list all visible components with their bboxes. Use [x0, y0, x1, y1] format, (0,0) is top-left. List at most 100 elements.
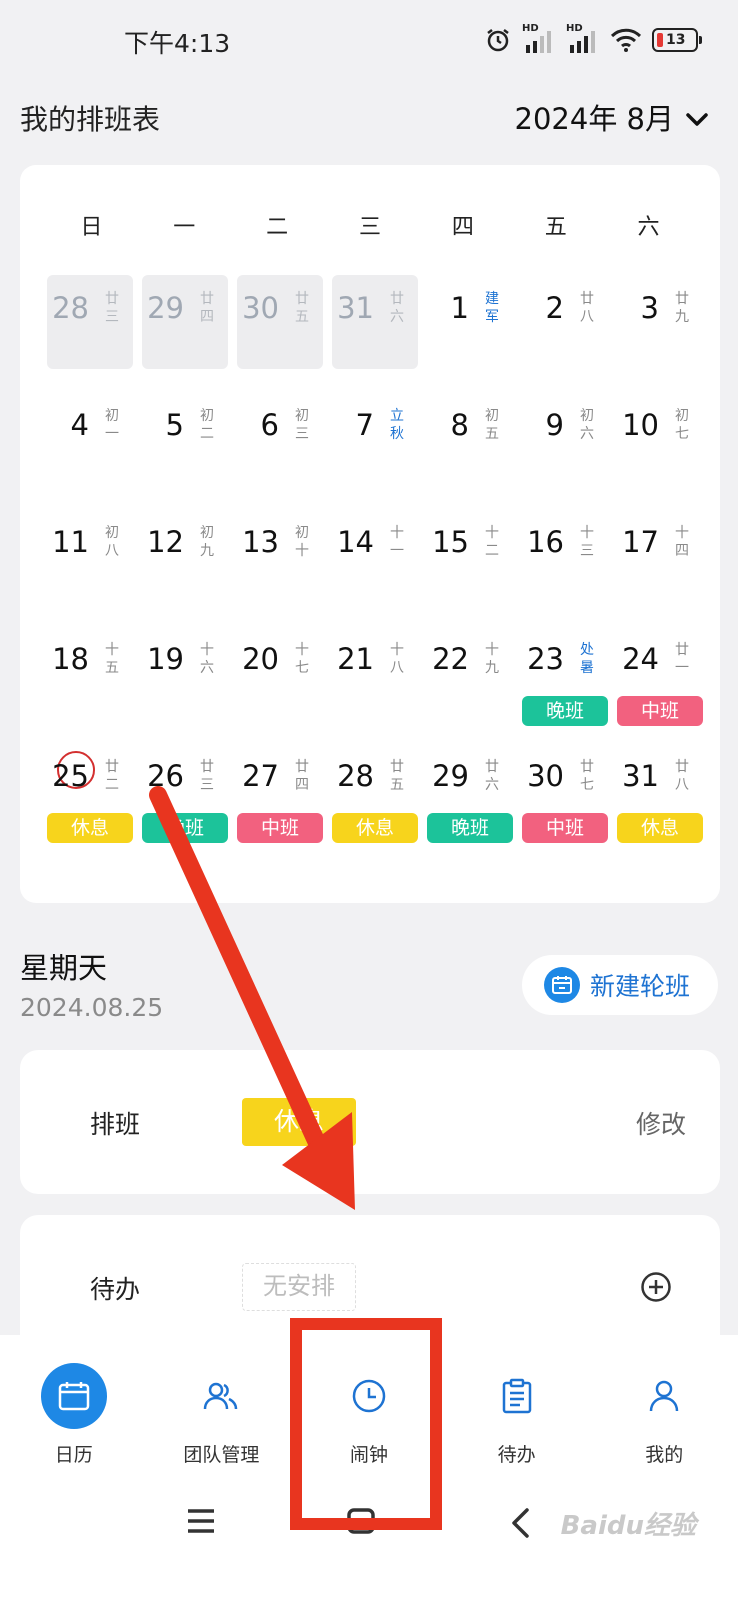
add-todo-button[interactable] — [640, 1271, 672, 1307]
lunar-date: 廿八 — [675, 759, 689, 793]
lunar-date: 十八 — [390, 642, 404, 676]
calendar-day[interactable]: 26 廿三 晚班 — [142, 743, 228, 843]
calendar-day[interactable]: 30 廿五 — [237, 275, 323, 369]
weekday-label: 三 — [358, 215, 381, 240]
shift-tag: 中班 — [617, 696, 703, 726]
calendar-day[interactable]: 13 初十 — [237, 509, 323, 603]
lunar-date: 十二 — [485, 525, 499, 559]
calendar-day[interactable]: 6 初三 — [237, 392, 323, 486]
lunar-date: 立秋 — [390, 408, 404, 442]
day-number: 14 — [337, 525, 374, 559]
lunar-date: 廿五 — [295, 291, 309, 325]
tab-label: 待办 — [497, 1444, 536, 1466]
calendar-day[interactable]: 5 初二 — [142, 392, 228, 486]
lunar-date: 初七 — [675, 408, 689, 442]
day-number: 29 — [432, 759, 469, 793]
plus-circle-icon — [641, 1272, 671, 1302]
calendar-day[interactable]: 17 十四 — [617, 509, 703, 603]
month-picker[interactable]: 2024年 8月 — [515, 96, 708, 138]
team-icon — [188, 1363, 254, 1429]
status-time: 下午4:13 — [124, 29, 231, 58]
calendar-icon — [40, 1363, 107, 1429]
calendar-day[interactable]: 29 廿四 — [142, 275, 228, 369]
tab-calendar[interactable]: 日历 — [0, 1335, 148, 1485]
calendar-day[interactable]: 22 十九 — [427, 626, 513, 720]
menu-nav-button[interactable] — [186, 1507, 216, 1539]
calendar-day[interactable]: 21 十八 — [332, 626, 418, 720]
calendar-day[interactable]: 4 初一 — [47, 392, 133, 486]
day-number: 16 — [527, 525, 564, 559]
lunar-date: 廿七 — [580, 759, 594, 793]
back-chevron-icon — [512, 1508, 529, 1538]
day-number: 15 — [432, 525, 469, 559]
calendar-day[interactable]: 29 廿六晚班 — [427, 743, 513, 843]
calendar-day[interactable]: 14 十一 — [332, 509, 418, 603]
day-number: 28 — [337, 759, 374, 793]
lunar-date: 十七 — [295, 642, 309, 676]
day-number: 3 — [640, 291, 659, 325]
calendar-day[interactable]: 8 初五 — [427, 392, 513, 486]
lunar-date: 廿四 — [200, 291, 214, 325]
calendar-day[interactable]: 31 廿八 休息 — [617, 743, 703, 843]
day-number: 11 — [52, 525, 89, 559]
tab-todo[interactable]: 待办 — [443, 1335, 591, 1485]
day-number: 5 — [165, 408, 184, 442]
annotation-highlight-box — [290, 1318, 442, 1530]
lunar-date: 初二 — [200, 408, 214, 442]
calendar-day[interactable]: 30 廿七 中班 — [522, 743, 608, 843]
tab-team[interactable]: 团队管理 — [148, 1335, 296, 1485]
calendar-day[interactable]: 11 初八 — [47, 509, 133, 603]
wifi-icon — [610, 27, 642, 53]
lunar-date: 廿九 — [675, 291, 689, 325]
calendar-day[interactable]: 12 初九 — [142, 509, 228, 603]
lunar-date: 处暑 — [580, 642, 594, 676]
tab-mine[interactable]: 我的 — [590, 1335, 738, 1485]
lunar-date: 廿六 — [485, 759, 499, 793]
calendar-day[interactable]: 16 十三 — [522, 509, 608, 603]
back-nav-button[interactable] — [508, 1507, 532, 1543]
day-number: 19 — [147, 642, 184, 676]
calendar-day[interactable]: 10 初七 — [617, 392, 703, 486]
new-rotation-button[interactable]: 新建轮班 — [522, 955, 718, 1015]
day-number: 29 — [147, 291, 184, 325]
day-number: 24 — [622, 642, 659, 676]
day-number: 6 — [260, 408, 279, 442]
lunar-date: 初五 — [485, 408, 499, 442]
lunar-date: 十五 — [105, 642, 119, 676]
calendar-day[interactable]: 7 立秋 — [332, 392, 418, 486]
calendar-day[interactable]: 20 十七 — [237, 626, 323, 720]
calendar-day[interactable]: 3 廿九 — [617, 275, 703, 369]
calendar-day[interactable]: 28 廿五 休息 — [332, 743, 418, 843]
day-number: 8 — [450, 408, 469, 442]
calendar-day[interactable]: 31 廿六 — [332, 275, 418, 369]
menu-icon — [188, 1509, 214, 1533]
signal-icon-2: HD — [566, 23, 600, 53]
edit-button[interactable]: 修改 — [636, 1105, 686, 1141]
calendar-day[interactable]: 18 十五 — [47, 626, 133, 720]
calendar-day[interactable]: 15 十二 — [427, 509, 513, 603]
calendar-day[interactable]: 9 初六 — [522, 392, 608, 486]
calendar-day[interactable]: 24 廿一 中班 — [617, 626, 703, 726]
calendar-day[interactable]: 2 廿八 — [522, 275, 608, 369]
day-number: 12 — [147, 525, 184, 559]
lunar-date: 十三 — [580, 525, 594, 559]
battery-icon: 13 — [652, 28, 702, 52]
calendar-day-today[interactable]: 25 廿二 休息 — [47, 743, 133, 843]
battery-level: 13 — [666, 32, 686, 48]
tab-label: 我的 — [645, 1444, 684, 1466]
calendar-day[interactable]: 19 十六 — [142, 626, 228, 720]
lunar-date: 廿八 — [580, 291, 594, 325]
calendar-day[interactable]: 23 处暑 晚班 — [522, 626, 608, 726]
lunar-date: 十四 — [675, 525, 689, 559]
shift-tag: 晚班 — [142, 813, 228, 843]
calendar-grid: 28 廿三 29 廿四 30 廿五 31 廿六 1 建军 2 廿八 3 廿九 4 初一 5 初二 6 初三 7 立秋 8 初五… — [47, 275, 703, 843]
calendar-day[interactable]: 27 廿四 中班 — [237, 743, 323, 843]
calendar-day[interactable]: 28 廿三 — [47, 275, 133, 369]
day-number: 26 — [147, 759, 184, 793]
shift-tag: 晚班 — [522, 696, 608, 726]
day-number: 2 — [545, 291, 564, 325]
day-number: 18 — [52, 642, 89, 676]
calendar-day[interactable]: 1 建军 — [427, 275, 513, 369]
lunar-date: 初十 — [295, 525, 309, 559]
shift-tag: 晚班 — [427, 813, 513, 843]
